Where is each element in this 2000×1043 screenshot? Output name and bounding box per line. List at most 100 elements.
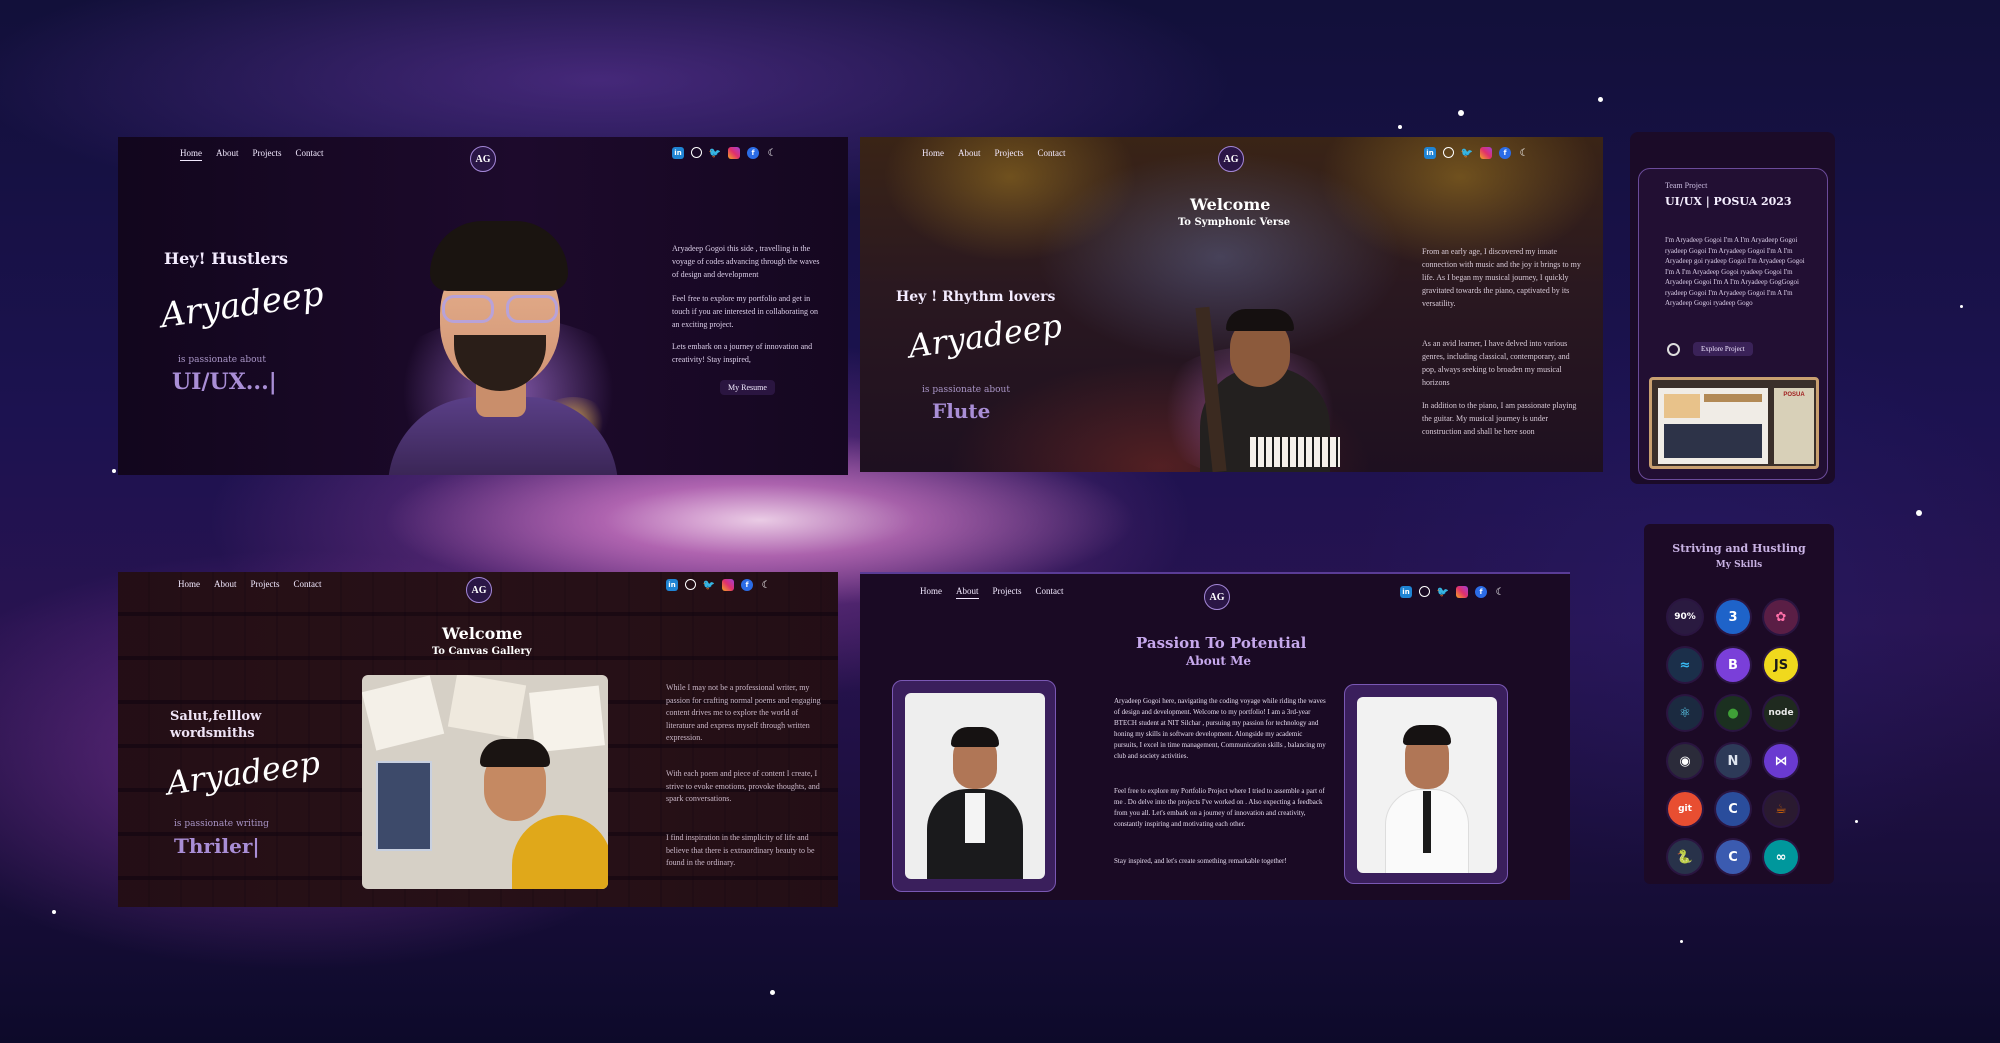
- skill-icon: git: [1668, 792, 1702, 826]
- github-icon[interactable]: [685, 579, 696, 590]
- profile-photo-left: [892, 680, 1056, 892]
- welcome-title: Welcome: [442, 624, 523, 643]
- logo[interactable]: AG: [1204, 584, 1230, 610]
- nav-contact[interactable]: Contact: [1038, 148, 1066, 158]
- explore-project-button[interactable]: Explore Project: [1693, 342, 1753, 356]
- github-icon[interactable]: [1667, 343, 1680, 356]
- explore-text: Feel free to explore my portfolio and ge…: [672, 294, 818, 329]
- project-card: Team Project UI/UX | POSUA 2023 I'm Arya…: [1638, 168, 1828, 480]
- twitter-icon[interactable]: 🐦: [709, 147, 721, 159]
- about-panel: Home About Projects Contact AG in 🐦 f ☾ …: [860, 572, 1570, 900]
- skill-icon: node: [1764, 696, 1798, 730]
- instagram-icon[interactable]: [1456, 586, 1468, 598]
- nav-home[interactable]: Home: [178, 579, 200, 589]
- greeting: Hey! Hustlers: [164, 249, 289, 268]
- nav-projects[interactable]: Projects: [995, 148, 1024, 158]
- about-para-1: Aryadeep Gogoi here, navigating the codi…: [1114, 697, 1326, 760]
- skill-icon: ⚛: [1668, 696, 1702, 730]
- star: [770, 990, 775, 995]
- logo[interactable]: AG: [1218, 146, 1244, 172]
- star: [1855, 820, 1858, 823]
- nav-projects[interactable]: Projects: [993, 586, 1022, 599]
- instagram-icon[interactable]: [1480, 147, 1492, 159]
- theme-toggle-icon[interactable]: ☾: [1494, 586, 1506, 598]
- greeting: Hey ! Rhythm lovers: [896, 289, 1056, 305]
- skill-icon: C: [1716, 840, 1750, 874]
- linkedin-icon[interactable]: in: [1400, 586, 1412, 598]
- facebook-icon[interactable]: f: [741, 579, 753, 591]
- twitter-icon[interactable]: 🐦: [703, 579, 715, 591]
- instagram-icon[interactable]: [722, 579, 734, 591]
- nav-links: Home About Projects Contact: [178, 579, 322, 589]
- theme-toggle-icon[interactable]: ☾: [1518, 147, 1530, 159]
- welcome-subtitle: To Symphonic Verse: [1178, 217, 1291, 228]
- music-panel: Home About Projects Contact AG in 🐦 f ☾ …: [860, 137, 1603, 472]
- nav-projects[interactable]: Projects: [253, 148, 282, 161]
- facebook-icon[interactable]: f: [1475, 586, 1487, 598]
- skills-subtitle: My Skills: [1715, 560, 1763, 570]
- skill-icon: ✿: [1764, 600, 1798, 634]
- project-panel: Team Project UI/UX | POSUA 2023 I'm Arya…: [1630, 132, 1835, 484]
- journey-text: Lets embark on a journey of innovation a…: [672, 342, 813, 364]
- skill-icon: C: [1716, 792, 1750, 826]
- skill-icon: 🐍: [1668, 840, 1702, 874]
- nav-contact[interactable]: Contact: [1036, 586, 1064, 599]
- linkedin-icon[interactable]: in: [672, 147, 684, 159]
- nav-home[interactable]: Home: [180, 148, 202, 161]
- about-para-3: Stay inspired, and let's create somethin…: [1114, 857, 1287, 865]
- avatar-illustration: [368, 207, 638, 475]
- facebook-icon[interactable]: f: [747, 147, 759, 159]
- nav-projects[interactable]: Projects: [251, 579, 280, 589]
- github-icon[interactable]: [691, 147, 702, 158]
- signature: Aryadeep: [906, 306, 1065, 366]
- nav-contact[interactable]: Contact: [294, 579, 322, 589]
- nav-links: Home About Projects Contact: [180, 148, 324, 161]
- facebook-icon[interactable]: f: [1499, 147, 1511, 159]
- skills-panel: Striving and Hustling My Skills 90% 3 ✿ ≈ B J…: [1644, 524, 1834, 884]
- nav-home[interactable]: Home: [920, 586, 942, 599]
- nav-about[interactable]: About: [958, 148, 981, 158]
- typed-role: UI/UX...|: [172, 369, 277, 395]
- skill-icon: ∞: [1764, 840, 1798, 874]
- resume-button[interactable]: My Resume: [720, 380, 775, 395]
- nav-about[interactable]: About: [214, 579, 237, 589]
- writing-para-1: While I may not be a professional writer…: [666, 683, 821, 742]
- welcome-subtitle: To Canvas Gallery: [432, 646, 532, 657]
- star: [1398, 125, 1402, 129]
- nav-contact[interactable]: Contact: [296, 148, 324, 161]
- social-icons: in 🐦 f ☾: [1400, 586, 1506, 598]
- skill-icon: JS: [1764, 648, 1798, 682]
- linkedin-icon[interactable]: in: [1424, 147, 1436, 159]
- star: [1916, 510, 1922, 516]
- avatar-glasses: [442, 295, 560, 323]
- profile-photo-right: [1344, 684, 1508, 884]
- skill-icon: ≈: [1668, 648, 1702, 682]
- nav-about[interactable]: About: [216, 148, 239, 161]
- twitter-icon[interactable]: 🐦: [1437, 586, 1449, 598]
- music-para-1: From an early age, I discovered my innat…: [1422, 247, 1581, 308]
- about-title: Passion To Potential: [1136, 634, 1307, 652]
- twitter-icon[interactable]: 🐦: [1461, 147, 1473, 159]
- welcome-title: Welcome: [1190, 195, 1271, 214]
- theme-toggle-icon[interactable]: ☾: [766, 147, 778, 159]
- nav-home[interactable]: Home: [922, 148, 944, 158]
- logo[interactable]: AG: [470, 146, 496, 172]
- musician-photo: [1130, 247, 1350, 472]
- project-title: UI/UX | POSUA 2023: [1665, 195, 1792, 208]
- star: [1680, 940, 1683, 943]
- nav-about[interactable]: About: [956, 586, 979, 599]
- theme-toggle-icon[interactable]: ☾: [760, 579, 772, 591]
- about-para-2: Feel free to explore my Portfolio Projec…: [1114, 787, 1325, 828]
- project-preview[interactable]: POSUA: [1649, 377, 1819, 469]
- github-icon[interactable]: [1419, 586, 1430, 597]
- logo[interactable]: AG: [466, 577, 492, 603]
- linkedin-icon[interactable]: in: [666, 579, 678, 591]
- skills-title: Striving and Hustling: [1672, 542, 1806, 555]
- social-icons: in 🐦 f ☾: [1424, 147, 1530, 159]
- skill-icon: 3: [1716, 600, 1750, 634]
- github-icon[interactable]: [1443, 147, 1454, 158]
- instagram-icon[interactable]: [728, 147, 740, 159]
- passion-label: is passionate about: [178, 355, 266, 365]
- star: [112, 469, 116, 473]
- greeting: Salut,felllow wordsmiths: [170, 709, 262, 741]
